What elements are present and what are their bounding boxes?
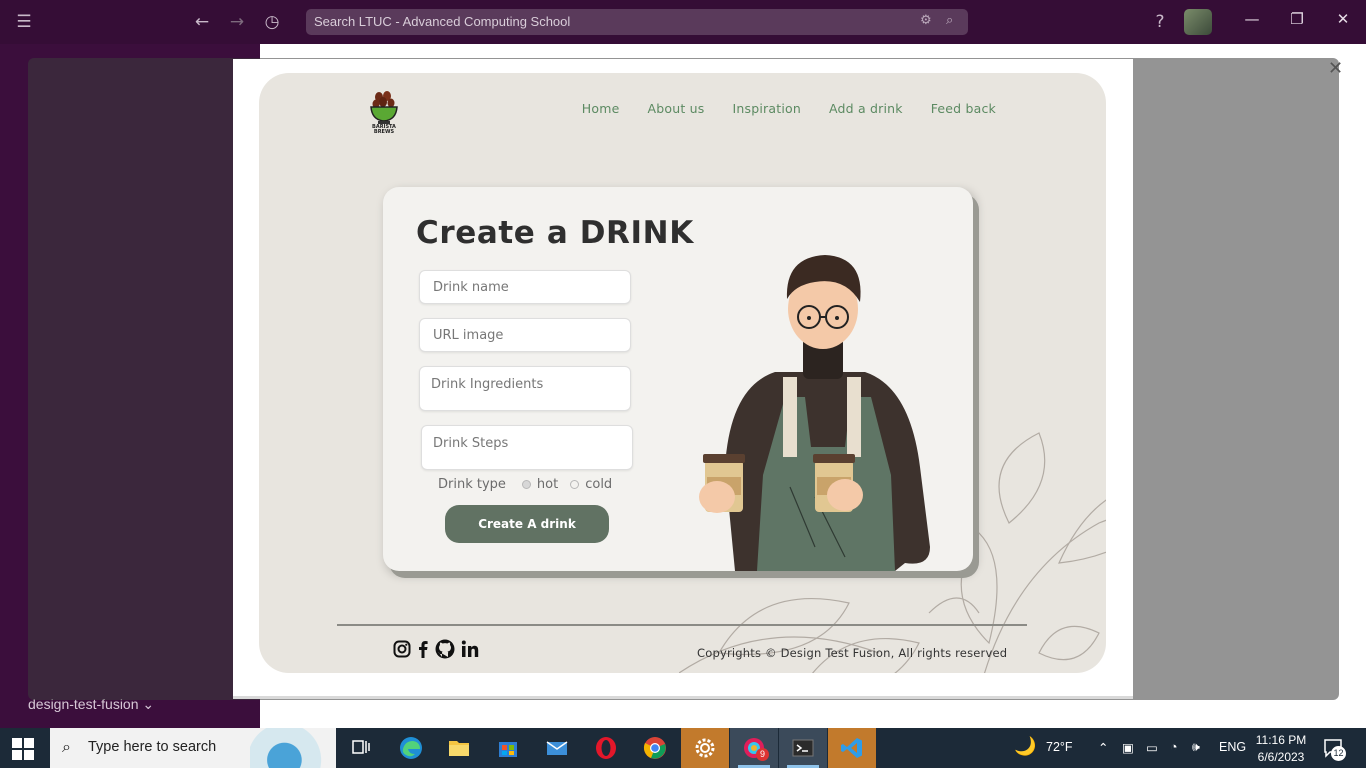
clock-time: 11:16 PM bbox=[1255, 733, 1307, 747]
workspace-search-text: Search LTUC - Advanced Computing School bbox=[314, 14, 571, 29]
image-preview: BARISTA BREWS Home About us Inspiration … bbox=[233, 59, 1133, 699]
windows-start-icon[interactable] bbox=[12, 738, 34, 760]
barista-illustration bbox=[699, 255, 930, 571]
app-titlebar: ☰ ← → ◷ Search LTUC - Advanced Computing… bbox=[0, 0, 1366, 44]
weather-temp[interactable]: 72°F bbox=[1046, 740, 1073, 754]
language-indicator[interactable]: ENG bbox=[1219, 740, 1246, 754]
notification-center-icon[interactable]: 12 bbox=[1322, 737, 1346, 761]
notification-count: 12 bbox=[1331, 746, 1346, 761]
slack-badge: 9 bbox=[756, 748, 769, 761]
device-icon[interactable]: ▣ bbox=[1122, 740, 1134, 755]
social-links bbox=[393, 639, 479, 659]
filter-icon[interactable]: ⚙ bbox=[920, 13, 932, 28]
search-icon: ⌕ bbox=[62, 737, 71, 756]
search-icon[interactable]: ⌕ bbox=[946, 13, 953, 28]
edge-icon[interactable] bbox=[387, 728, 435, 768]
hot-label: hot bbox=[536, 477, 559, 492]
volume-icon[interactable]: 🕪 bbox=[1192, 740, 1200, 755]
instagram-icon[interactable] bbox=[393, 640, 411, 658]
github-icon[interactable] bbox=[435, 639, 455, 659]
cold-radio[interactable] bbox=[570, 480, 580, 489]
workspace-search[interactable]: Search LTUC - Advanced Computing School … bbox=[306, 9, 968, 35]
battery-icon[interactable]: ▭ bbox=[1146, 740, 1158, 755]
terminal-icon[interactable] bbox=[779, 728, 827, 768]
logo[interactable]: BARISTA BREWS bbox=[367, 89, 401, 135]
nav-home[interactable]: Home bbox=[582, 101, 620, 116]
drink-ingredients-textarea[interactable]: Drink Ingredients bbox=[419, 366, 631, 411]
coffee-cup-logo-icon bbox=[370, 91, 398, 124]
linkedin-icon[interactable] bbox=[461, 640, 479, 658]
windows-taskbar: ⌕ Type here to search 9 🌙 72°F ⌃ ▣ ▭ ◔ 🕪… bbox=[0, 728, 1366, 768]
nav-feed-back[interactable]: Feed back bbox=[931, 101, 996, 116]
drink-type-group: Drink type hot cold bbox=[438, 477, 612, 492]
nav-add-a-drink[interactable]: Add a drink bbox=[829, 101, 903, 116]
drink-type-label: Drink type bbox=[438, 477, 506, 492]
facebook-icon[interactable] bbox=[417, 640, 429, 658]
forward-arrow-icon[interactable]: → bbox=[225, 10, 249, 34]
hot-radio[interactable] bbox=[521, 480, 531, 489]
vscode-icon[interactable] bbox=[828, 728, 876, 768]
clock[interactable]: 11:16 PM 6/6/2023 bbox=[1246, 732, 1316, 766]
steps-placeholder: Drink Steps bbox=[433, 436, 509, 451]
create-drink-button[interactable]: Create A drink bbox=[445, 505, 609, 543]
drink-name-input[interactable]: Drink name bbox=[419, 270, 631, 304]
nav-about-us[interactable]: About us bbox=[648, 101, 705, 116]
wifi-icon[interactable]: ◔ bbox=[1170, 740, 1178, 754]
clock-date: 6/6/2023 bbox=[1257, 750, 1305, 764]
mail-icon[interactable] bbox=[533, 728, 581, 768]
back-arrow-icon[interactable]: ← bbox=[190, 10, 214, 34]
cold-label: cold bbox=[585, 477, 613, 492]
ingredients-placeholder: Drink Ingredients bbox=[431, 377, 544, 392]
microsoft-store-icon[interactable] bbox=[484, 728, 532, 768]
url-image-placeholder: URL image bbox=[433, 328, 504, 343]
slack-icon[interactable]: 9 bbox=[730, 728, 778, 768]
weather-moon-icon[interactable]: 🌙 bbox=[1014, 736, 1036, 757]
create-drink-card: Create a DRINK Drink name URL image Drin… bbox=[383, 187, 973, 571]
history-icon[interactable]: ◷ bbox=[260, 10, 284, 34]
form-title: Create a DRINK bbox=[416, 215, 694, 251]
taskbar-search-text: Type here to search bbox=[88, 739, 217, 755]
search-highlight-image bbox=[250, 728, 336, 768]
help-icon[interactable]: ? bbox=[1148, 10, 1172, 34]
drink-name-placeholder: Drink name bbox=[433, 280, 509, 295]
logo-text: BARISTA BREWS bbox=[372, 124, 396, 135]
taskbar-search[interactable]: ⌕ Type here to search bbox=[50, 728, 336, 768]
minimize-icon[interactable]: — bbox=[1240, 10, 1264, 28]
menu-icon[interactable]: ☰ bbox=[12, 10, 36, 34]
footer-divider bbox=[337, 624, 1027, 626]
restore-icon[interactable]: ❐ bbox=[1285, 10, 1309, 28]
copyright-text: Copyrights © Design Test Fusion, All rig… bbox=[697, 646, 1008, 660]
opera-icon[interactable] bbox=[582, 728, 630, 768]
website-page: BARISTA BREWS Home About us Inspiration … bbox=[259, 73, 1106, 673]
url-image-input[interactable]: URL image bbox=[419, 318, 631, 352]
settings-icon[interactable] bbox=[681, 728, 729, 768]
user-avatar[interactable] bbox=[1184, 9, 1212, 35]
task-view-icon[interactable] bbox=[338, 728, 386, 768]
drink-steps-textarea[interactable]: Drink Steps bbox=[421, 425, 633, 470]
nav-inspiration[interactable]: Inspiration bbox=[732, 101, 800, 116]
main-nav: Home About us Inspiration Add a drink Fe… bbox=[582, 101, 996, 116]
show-hidden-icons-icon[interactable]: ⌃ bbox=[1098, 740, 1108, 755]
chrome-icon[interactable] bbox=[631, 728, 679, 768]
file-explorer-icon[interactable] bbox=[435, 728, 483, 768]
close-window-icon[interactable]: ✕ bbox=[1331, 10, 1355, 28]
viewer-close-icon[interactable]: ✕ bbox=[1328, 58, 1343, 79]
